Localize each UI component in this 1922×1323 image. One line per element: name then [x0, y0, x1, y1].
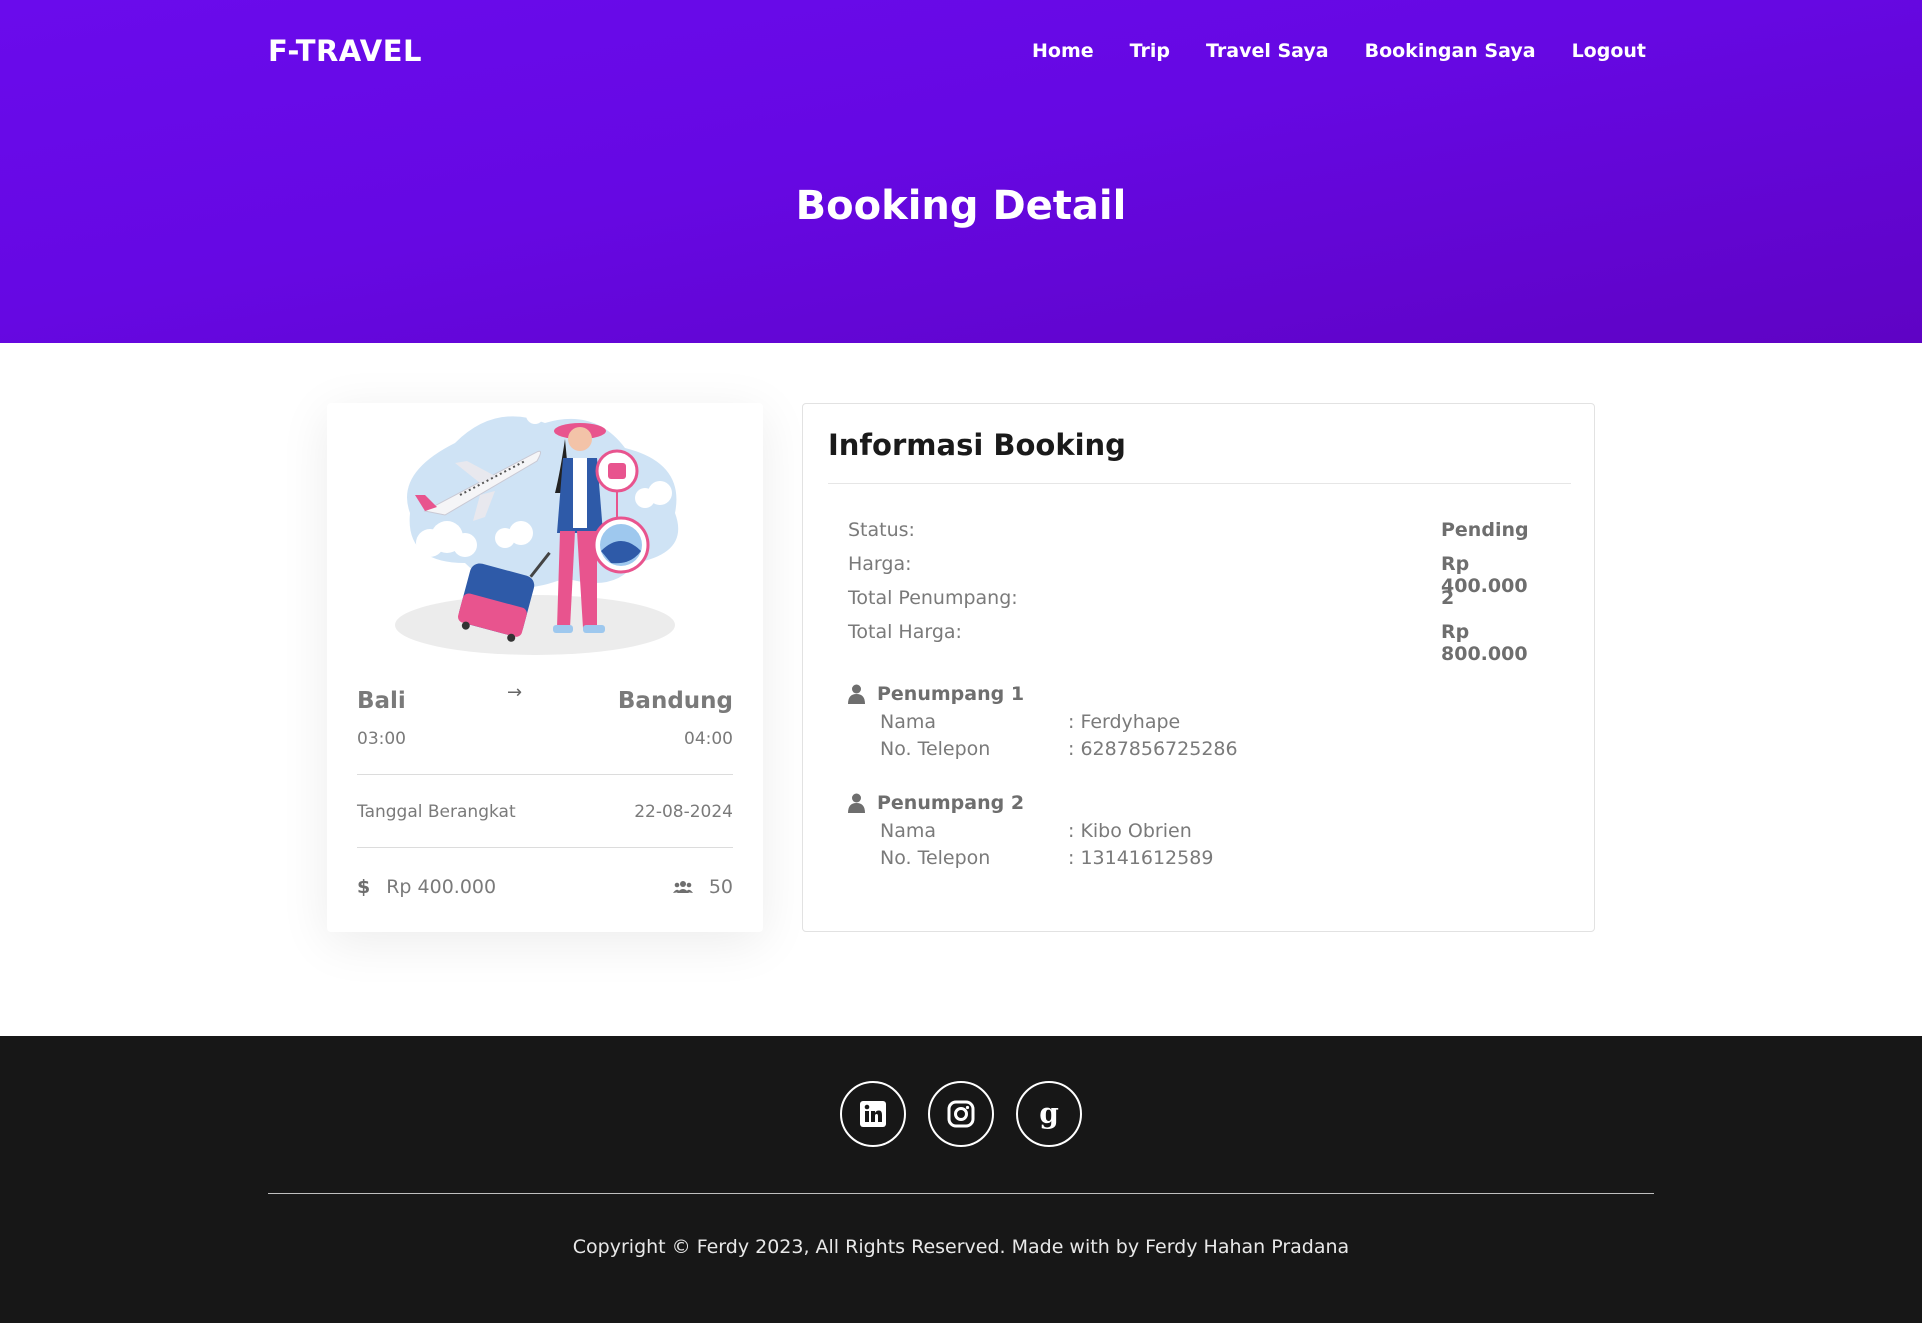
divider [828, 483, 1571, 484]
arrow-right-icon: → [507, 682, 523, 703]
user-icon [848, 684, 865, 704]
passenger-count-value: 2 [1441, 587, 1455, 609]
nav-logout[interactable]: Logout [1572, 40, 1646, 62]
status-row: Status: Pending [848, 519, 1551, 541]
price-label: Harga: [848, 553, 912, 575]
departure-date-label: Tanggal Berangkat [357, 802, 516, 822]
departure-date-value: 22-08-2024 [634, 802, 733, 822]
passenger-count-label: Total Penumpang: [848, 587, 1018, 609]
phone-label: No. Telepon [880, 738, 991, 760]
departure-date-row: Tanggal Berangkat 22-08-2024 [357, 802, 733, 822]
phone-value: : 13141612589 [1068, 847, 1214, 869]
price-row: Harga: Rp 400.000 [848, 553, 1551, 597]
passenger-title: Penumpang 2 [877, 792, 1025, 814]
phone-label: No. Telepon [880, 847, 991, 869]
name-label: Nama [880, 820, 937, 842]
divider [357, 847, 733, 848]
navbar: F-TRAVEL Home Trip Travel Saya Bookingan… [268, 32, 1646, 72]
name-value: : Ferdyhape [1068, 711, 1181, 733]
nav-trip[interactable]: Trip [1130, 40, 1170, 62]
total-price-value: Rp 800.000 [1441, 621, 1528, 665]
name-label: Nama [880, 711, 937, 733]
trip-seats-value: 50 [708, 876, 733, 898]
trip-seats: 50 [672, 876, 733, 898]
users-icon [672, 881, 693, 893]
total-price-label: Total Harga: [848, 621, 962, 643]
linkedin-icon[interactable] [840, 1081, 906, 1147]
passenger-block: Penumpang 1 Nama : Ferdyhape No. Telepon… [848, 683, 1548, 765]
trip-price: $ Rp 400.000 [357, 876, 496, 898]
passenger-heading: Penumpang 1 [848, 683, 1548, 705]
goodreads-icon[interactable]: g [1016, 1081, 1082, 1147]
footer-divider [268, 1193, 1654, 1194]
passenger-heading: Penumpang 2 [848, 792, 1548, 814]
total-price-row: Total Harga: Rp 800.000 [848, 621, 1551, 665]
brand-logo[interactable]: F-TRAVEL [268, 34, 422, 68]
nav-home[interactable]: Home [1032, 40, 1094, 62]
passenger-phone-row: No. Telepon : 6287856725286 [880, 738, 1548, 765]
copyright-text: Copyright © Ferdy 2023, All Rights Reser… [572, 1236, 1350, 1258]
traveler-illustration [395, 403, 679, 655]
booking-info-title: Informasi Booking [828, 428, 1126, 462]
hero-banner: F-TRAVEL Home Trip Travel Saya Bookingan… [0, 0, 1922, 343]
name-value: : Kibo Obrien [1068, 820, 1192, 842]
booking-info-panel: Informasi Booking Status: Pending Harga:… [802, 403, 1595, 932]
destination-city: Bandung [617, 688, 733, 714]
instagram-icon[interactable] [928, 1081, 994, 1147]
trip-price-value: Rp 400.000 [386, 876, 497, 898]
arrival-time: 04:00 [684, 729, 733, 749]
passenger-count-row: Total Penumpang: 2 [848, 587, 1551, 609]
trip-card: Bali → Bandung 03:00 04:00 Tanggal Beran… [327, 403, 763, 932]
origin-city: Bali [357, 688, 406, 714]
social-links: g [0, 1081, 1922, 1147]
phone-value: : 6287856725286 [1068, 738, 1238, 760]
status-label: Status: [848, 519, 915, 541]
nav-bookingan-saya[interactable]: Bookingan Saya [1365, 40, 1536, 62]
divider [357, 774, 733, 775]
passenger-title: Penumpang 1 [877, 683, 1025, 705]
footer: g Copyright © Ferdy 2023, All Rights Res… [0, 1036, 1922, 1323]
passenger-phone-row: No. Telepon : 13141612589 [880, 847, 1548, 874]
status-badge: Pending [1441, 519, 1529, 541]
passenger-name-row: Nama : Ferdyhape [880, 711, 1548, 738]
passenger-block: Penumpang 2 Nama : Kibo Obrien No. Telep… [848, 792, 1548, 874]
nav-links: Home Trip Travel Saya Bookingan Saya Log… [1032, 40, 1646, 62]
page-title: Booking Detail [795, 183, 1127, 229]
departure-time: 03:00 [357, 729, 406, 749]
dollar-icon: $ [357, 876, 371, 898]
user-icon [848, 793, 865, 813]
passenger-name-row: Nama : Kibo Obrien [880, 820, 1548, 847]
nav-travel-saya[interactable]: Travel Saya [1206, 40, 1329, 62]
